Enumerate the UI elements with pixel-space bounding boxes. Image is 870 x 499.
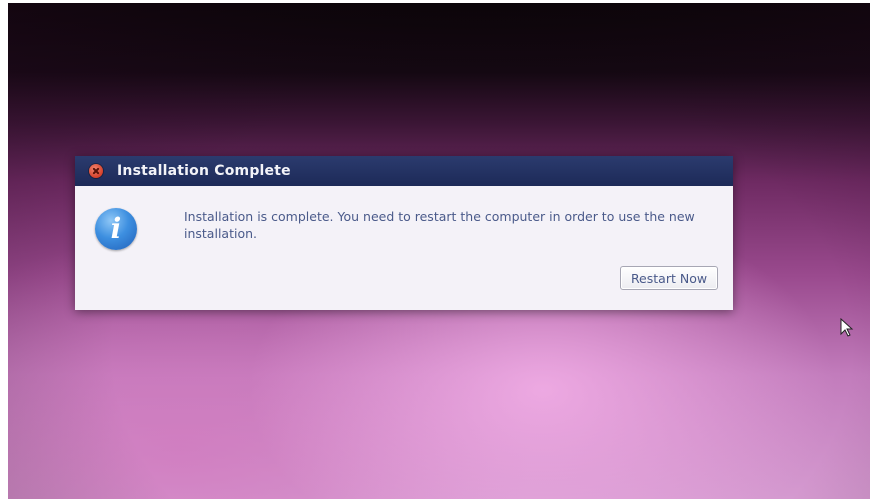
dialog-titlebar[interactable]: Installation Complete bbox=[75, 156, 733, 186]
desktop-background: Installation Complete i Installation is … bbox=[8, 3, 870, 499]
dialog-message: Installation is complete. You need to re… bbox=[184, 209, 695, 241]
dialog-title: Installation Complete bbox=[117, 163, 291, 179]
dialog-body: i Installation is complete. You need to … bbox=[75, 186, 733, 310]
info-icon: i bbox=[95, 208, 137, 250]
installation-complete-dialog: Installation Complete i Installation is … bbox=[75, 156, 733, 310]
restart-now-button[interactable]: Restart Now bbox=[620, 266, 718, 290]
close-icon[interactable] bbox=[89, 164, 103, 178]
